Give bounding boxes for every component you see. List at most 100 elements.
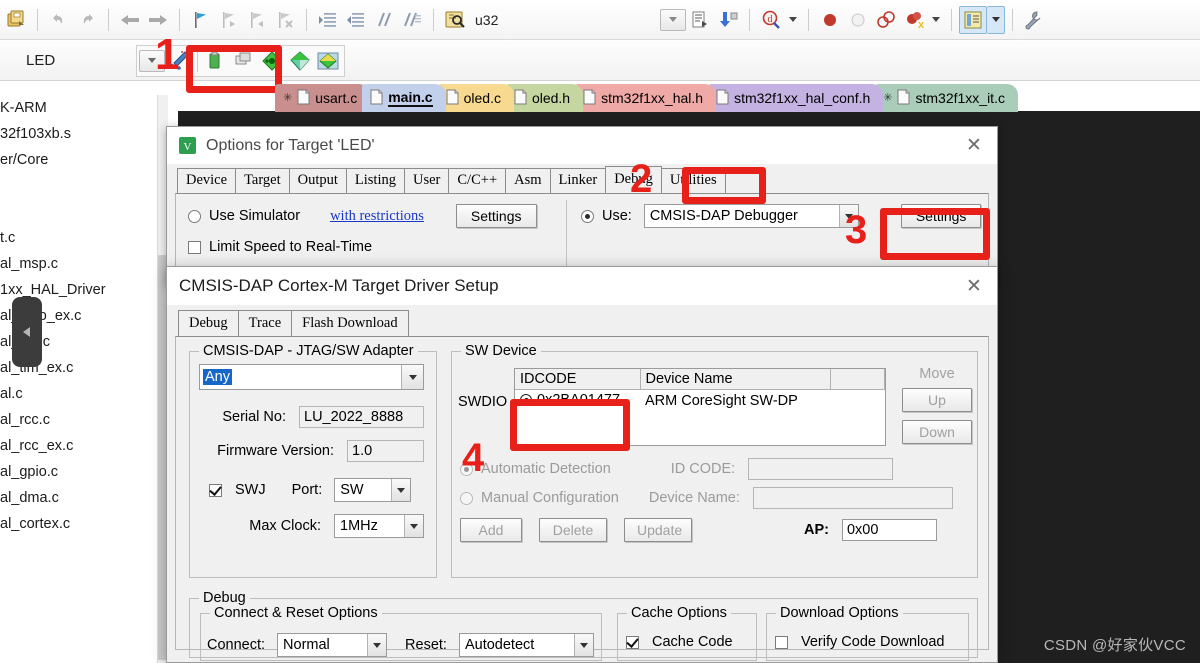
options-tab-user[interactable]: User <box>404 168 450 193</box>
build-icon[interactable] <box>202 47 230 75</box>
uncomment-icon[interactable] <box>398 6 426 34</box>
manage-project-items-icon[interactable] <box>258 47 286 75</box>
cache-code-checkbox[interactable] <box>626 635 639 649</box>
breakpoints-kill-icon[interactable]: x <box>900 6 928 34</box>
batch-build-icon[interactable] <box>230 47 258 75</box>
back-icon[interactable] <box>116 6 144 34</box>
options-tab-asm[interactable]: Asm <box>505 168 551 193</box>
manage-components-icon[interactable] <box>686 6 714 34</box>
debugger-select[interactable]: CMSIS-DAP Debugger <box>643 204 859 228</box>
connect-select-arrow-icon[interactable] <box>367 634 387 656</box>
editor-tab-stm32f1xx_hal-h[interactable]: stm32f1xx_hal.h <box>575 84 717 112</box>
use-debugger-radio[interactable] <box>581 209 594 223</box>
adapter-select-arrow-icon[interactable] <box>401 365 423 389</box>
collapse-panel-handle[interactable] <box>12 297 42 367</box>
reset-select-arrow-icon[interactable] <box>573 634 593 656</box>
max-clock-select[interactable]: 1MHz <box>334 514 424 538</box>
find-icon[interactable]: d <box>757 6 785 34</box>
project-tree[interactable]: K-ARM 32f103xb.s er/Core t.c al_msp.c 1xx_HAL… <box>0 95 157 663</box>
undo-icon[interactable] <box>45 6 73 34</box>
pack-installer-icon[interactable] <box>714 6 742 34</box>
options-tab-listing[interactable]: Listing <box>345 168 405 193</box>
breakpoint-icon[interactable] <box>816 6 844 34</box>
reset-select[interactable]: Autodetect <box>458 633 594 657</box>
project-tree-item[interactable]: al_cortex.c <box>0 511 157 537</box>
verify-code-download-checkbox[interactable] <box>775 635 788 649</box>
find-dropdown-icon[interactable] <box>785 6 801 34</box>
redo-icon[interactable] <box>73 6 101 34</box>
options-tab-target[interactable]: Target <box>235 168 290 193</box>
manual-configuration-radio[interactable] <box>460 491 473 505</box>
window-layout-icon[interactable] <box>959 5 987 34</box>
delete-device-button[interactable]: Delete <box>539 518 607 542</box>
configure-icon[interactable] <box>1020 6 1048 34</box>
breakpoints-kill-dropdown-icon[interactable] <box>928 6 944 34</box>
simulator-settings-button[interactable]: Settings <box>455 204 537 228</box>
comment-icon[interactable] <box>370 6 398 34</box>
sw-device-table[interactable]: IDCODE Device Name 0x2BA01477 ARM CoreSight… <box>514 368 886 446</box>
window-layout-dropdown-icon[interactable] <box>987 5 1005 34</box>
swj-checkbox[interactable] <box>209 483 222 497</box>
update-device-button[interactable]: Update <box>624 518 692 542</box>
bookmark-prev-icon[interactable] <box>243 6 271 34</box>
toolbar-combo-arrow-icon[interactable] <box>660 8 686 31</box>
project-tree-item[interactable]: 32f103xb.s <box>0 121 157 147</box>
options-tab-linker[interactable]: Linker <box>549 168 607 193</box>
cmsis-dialog-close-icon[interactable]: ✕ <box>951 268 997 305</box>
editor-tab-label: oled.c <box>463 90 501 106</box>
project-tree-item[interactable]: K-ARM <box>0 95 157 121</box>
editor-tab-main-c[interactable]: main.c <box>362 84 446 112</box>
bookmark-icon[interactable] <box>187 6 215 34</box>
project-tree-item[interactable]: er/Core <box>0 147 157 173</box>
editor-tab-stm32f1xx_it-c[interactable]: ✳ stm32f1xx_it.c <box>875 84 1018 112</box>
add-device-button[interactable]: Add <box>460 518 522 542</box>
debugger-settings-button[interactable]: Settings <box>900 204 982 228</box>
options-tab-device[interactable]: Device <box>177 168 237 193</box>
editor-tab-oled-c[interactable]: oled.c <box>437 84 514 112</box>
pack-icon[interactable] <box>286 47 314 75</box>
breakpoint-disable-icon[interactable] <box>844 6 872 34</box>
options-dialog-close-icon[interactable]: ✕ <box>951 127 997 164</box>
project-tree-item[interactable]: al_rcc_ex.c <box>0 433 157 459</box>
max-clock-select-arrow-icon[interactable] <box>404 515 423 537</box>
adapter-select[interactable]: Any <box>199 364 424 390</box>
cmsis-tab-debug[interactable]: Debug <box>178 310 239 336</box>
indent-icon[interactable] <box>314 6 342 34</box>
ap-value[interactable]: 0x00 <box>841 519 937 541</box>
project-tree-item[interactable]: al_dma.c <box>0 485 157 511</box>
project-tree-item[interactable]: al_gpio.c <box>0 459 157 485</box>
editor-tab-oled-h[interactable]: oled.h <box>505 84 584 112</box>
project-tree-item[interactable]: t.c <box>0 225 157 251</box>
device-selected-radio[interactable] <box>520 394 532 406</box>
document-icon <box>716 89 729 108</box>
limit-speed-checkbox[interactable] <box>188 240 201 254</box>
project-tree-item[interactable]: al_rcc.c <box>0 407 157 433</box>
project-tree-item[interactable]: al_msp.c <box>0 251 157 277</box>
target-select-label[interactable]: LED <box>0 52 61 69</box>
screen-root: u32 d x LED ✳ usart.c main.c oled.c oled… <box>0 0 1200 663</box>
bookmark-next-icon[interactable] <box>215 6 243 34</box>
find-in-files-icon[interactable] <box>441 6 469 34</box>
cmsis-tab-trace[interactable]: Trace <box>237 310 293 336</box>
outdent-icon[interactable] <box>342 6 370 34</box>
pack-multi-icon[interactable] <box>314 47 342 75</box>
use-simulator-radio[interactable] <box>188 209 201 223</box>
project-tree-item[interactable]: al.c <box>0 381 157 407</box>
sw-device-idcode-cell[interactable]: 0x2BA01477 <box>515 390 640 413</box>
port-select-arrow-icon[interactable] <box>391 479 411 501</box>
move-up-button[interactable]: Up <box>902 388 972 412</box>
bookmark-clear-icon[interactable] <box>271 6 299 34</box>
connect-select[interactable]: Normal <box>277 633 388 657</box>
save-all-icon[interactable] <box>2 6 30 34</box>
editor-tab-stm32f1xx_hal_conf-h[interactable]: stm32f1xx_hal_conf.h <box>708 84 884 112</box>
cmsis-tab-flash-download[interactable]: Flash Download <box>291 310 409 336</box>
port-select[interactable]: SW <box>334 478 412 502</box>
breakpoints-disable-all-icon[interactable] <box>872 6 900 34</box>
move-down-button[interactable]: Down <box>902 420 972 444</box>
editor-tab-usart-c[interactable]: ✳ usart.c <box>275 84 371 112</box>
options-tab-utilities[interactable]: Utilities <box>660 168 726 193</box>
options-tab-c-c-[interactable]: C/C++ <box>448 168 507 193</box>
sw-device-row[interactable]: 0x2BA01477 ARM CoreSight SW-DP <box>515 390 885 413</box>
options-tab-output[interactable]: Output <box>288 168 347 193</box>
with-restrictions-link[interactable]: with restrictions <box>330 208 424 225</box>
